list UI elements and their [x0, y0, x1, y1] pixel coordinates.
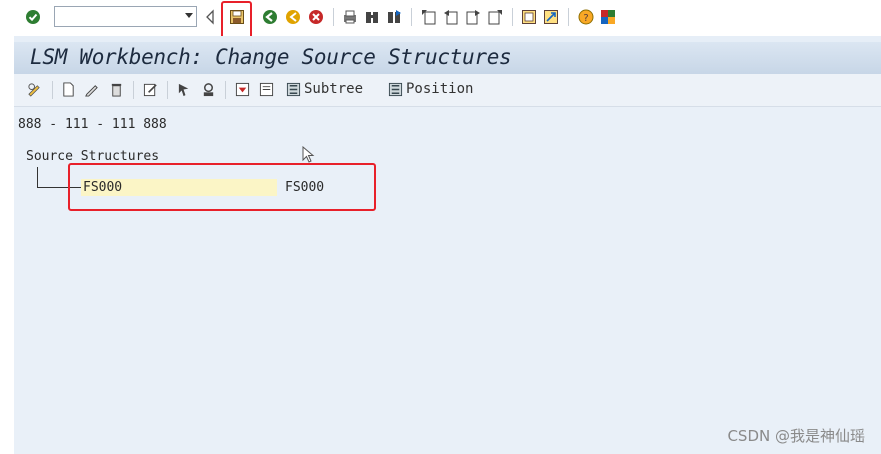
command-field[interactable]: [54, 6, 197, 27]
toolbar-separator: [568, 8, 569, 26]
first-page-icon[interactable]: [421, 9, 437, 25]
toolbar-separator: [333, 8, 334, 26]
subtree-icon[interactable]: [286, 82, 301, 97]
subtree-button[interactable]: Subtree: [304, 81, 363, 97]
create-icon[interactable]: [61, 82, 76, 97]
new-session-icon[interactable]: [521, 9, 537, 25]
print-icon[interactable]: [342, 9, 358, 25]
system-toolbar: ?: [0, 0, 881, 39]
position-icon[interactable]: [388, 82, 403, 97]
collapse-subtree-icon[interactable]: [259, 82, 274, 97]
toolbar-separator: [167, 81, 168, 99]
page-title: LSM Workbench: Change Source Structures: [30, 45, 512, 69]
edit-icon[interactable]: [84, 82, 99, 97]
enter-icon[interactable]: [25, 9, 41, 25]
application-toolbar: Subtree Position: [14, 74, 881, 107]
watermark: CSDN @我是神仙瑶: [727, 427, 865, 445]
shortcut-icon[interactable]: [543, 9, 559, 25]
mouse-cursor-icon: [302, 146, 315, 163]
toolbar-separator: [512, 8, 513, 26]
select-icon[interactable]: [177, 82, 192, 97]
change-icon[interactable]: [143, 82, 158, 97]
content-area: 888 - 111 - 111 888 Source Structures FS…: [14, 107, 881, 454]
exit-icon[interactable]: [285, 9, 301, 25]
display-change-icon[interactable]: [27, 82, 42, 97]
next-page-icon[interactable]: [465, 9, 481, 25]
prev-page-icon[interactable]: [443, 9, 459, 25]
toolbar-separator: [225, 81, 226, 99]
tree-connector: [37, 167, 38, 187]
title-bar: LSM Workbench: Change Source Structures: [14, 42, 881, 74]
svg-text:?: ?: [583, 13, 588, 24]
last-page-icon[interactable]: [487, 9, 503, 25]
toolbar-separator: [411, 8, 412, 26]
toolbar-separator: [133, 81, 134, 99]
expand-subtree-icon[interactable]: [235, 82, 250, 97]
back-nav-icon[interactable]: [205, 9, 215, 25]
cancel-icon[interactable]: [308, 9, 324, 25]
delete-icon[interactable]: [109, 82, 124, 97]
tree-root-source-structures[interactable]: Source Structures: [26, 149, 159, 164]
toolbar-separator: [52, 81, 53, 99]
highlight-node-box: [68, 163, 376, 211]
object-path: 888 - 111 - 111 888: [18, 117, 167, 132]
highlight-save-box: [221, 1, 252, 39]
chevron-down-icon[interactable]: [185, 13, 193, 18]
back-icon[interactable]: [262, 9, 278, 25]
position-button[interactable]: Position: [406, 81, 473, 97]
find-icon[interactable]: [364, 9, 380, 25]
layout-icon[interactable]: [600, 9, 616, 25]
find-next-icon[interactable]: [386, 9, 402, 25]
select-block-icon[interactable]: [201, 82, 216, 97]
main-area: LSM Workbench: Change Source Structures: [14, 36, 881, 454]
help-icon[interactable]: ?: [578, 9, 594, 25]
